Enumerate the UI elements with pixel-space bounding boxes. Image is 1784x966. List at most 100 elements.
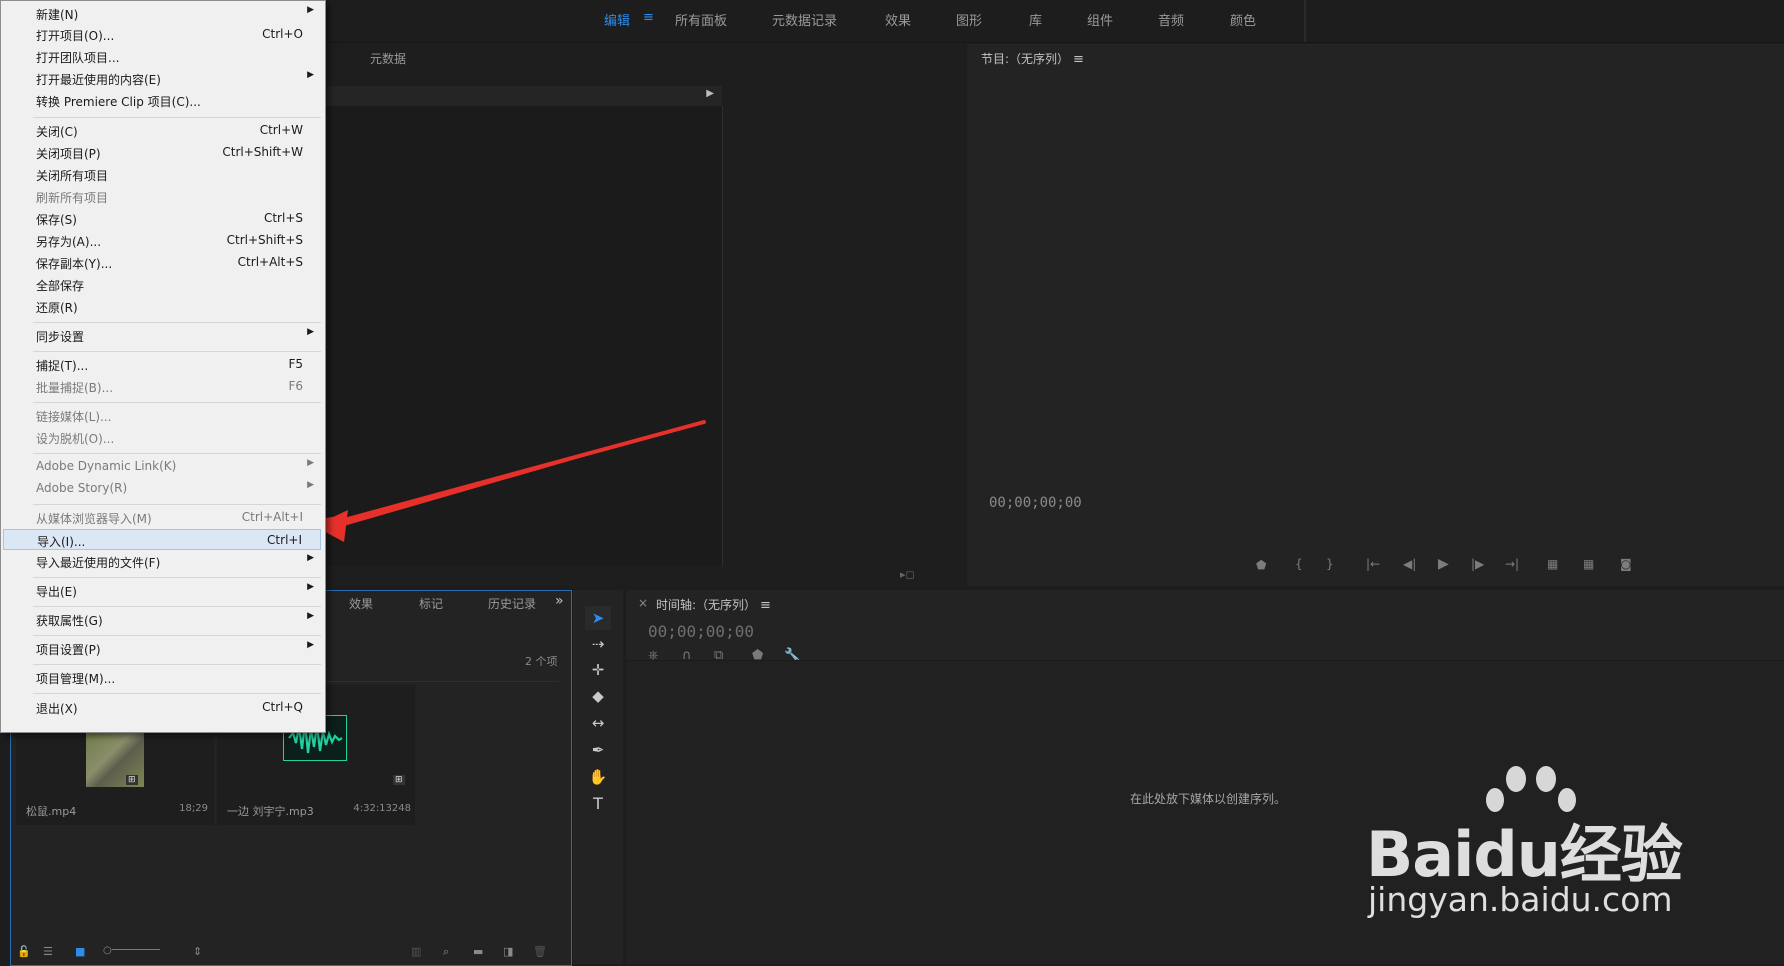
menu-item-import-recent[interactable]: 导入最近使用的文件(F) ▶ [3, 551, 321, 572]
menu-item-label: 批量捕捉(B)... [36, 381, 114, 395]
search-icon[interactable]: ⌕ [443, 945, 449, 959]
type-tool-icon[interactable]: T [585, 792, 611, 816]
lock-icon[interactable]: 🔓 [17, 945, 31, 958]
menu-item-open-team-project[interactable]: 打开团队项目... [3, 46, 321, 67]
sort-icon[interactable]: ⇕ [193, 945, 202, 958]
program-monitor: 节目:（无序列） ≡ 00;00;00;00 ⬟ { } |← ◀| ▶ |▶ →… [967, 44, 1784, 586]
trash-icon[interactable]: 🗑 [533, 945, 547, 958]
workspace-tab-graphics[interactable]: 图形 [956, 10, 982, 29]
menu-item-open-project[interactable]: 打开项目(O)... Ctrl+O [3, 24, 321, 45]
menu-item-label: 关闭(C) [36, 125, 78, 139]
clip-type-icon: ⊞ [393, 775, 405, 785]
ripple-edit-tool-icon[interactable]: ✛ [585, 658, 611, 682]
menu-item-project-manager[interactable]: 项目管理(M)... [3, 667, 321, 688]
menu-item-revert[interactable]: 还原(R) [3, 296, 321, 317]
menu-item-label: 打开最近使用的内容(E) [36, 73, 161, 87]
program-timecode[interactable]: 00;00;00;00 [989, 495, 1082, 511]
watermark-url: jingyan.baidu.com [1368, 880, 1673, 919]
workspace-tab-all-panels[interactable]: 所有面板 [675, 10, 727, 29]
menu-item-close-project[interactable]: 关闭项目(P) Ctrl+Shift+W [3, 142, 321, 163]
tab-markers[interactable]: 标记 [419, 595, 443, 612]
panel-overflow-icon[interactable]: » [555, 593, 564, 609]
item-count: 2 个项 [525, 655, 558, 668]
razor-tool-icon[interactable]: ◆ [585, 684, 611, 708]
list-view-icon[interactable]: ☰ [43, 945, 53, 958]
menu-shortcut: Ctrl+I [267, 533, 302, 547]
program-menu-icon[interactable]: ≡ [1073, 52, 1084, 67]
menu-item-save-as[interactable]: 另存为(A)... Ctrl+Shift+S [3, 230, 321, 251]
go-to-out-icon[interactable]: →| [1505, 557, 1519, 571]
menu-item-convert-clip[interactable]: 转换 Premiere Clip 项目(C)... [3, 90, 321, 111]
submenu-arrow-icon: ▶ [307, 5, 314, 15]
workspace-tab-assembly[interactable]: 组件 [1087, 10, 1113, 29]
menu-item-label: 打开团队项目... [36, 51, 120, 65]
timeline-timecode[interactable]: 00;00;00;00 [648, 622, 754, 641]
expand-triangle-icon[interactable]: ▶ [706, 88, 714, 99]
timeline-title[interactable]: 时间轴:（无序列） ≡ [656, 596, 771, 613]
menu-item-close[interactable]: 关闭(C) Ctrl+W [3, 120, 321, 141]
menu-separator [33, 664, 321, 665]
menu-item-import[interactable]: 导入(I)... Ctrl+I [3, 529, 321, 550]
menu-separator [33, 351, 321, 352]
menu-item-export[interactable]: 导出(E) ▶ [3, 580, 321, 601]
menu-item-label: 链接媒体(L)... [36, 410, 112, 424]
workspace-menu-icon[interactable]: ≡ [643, 10, 654, 25]
menu-item-open-recent[interactable]: 打开最近使用的内容(E) ▶ [3, 68, 321, 89]
extract-icon[interactable]: ▦ [1583, 557, 1594, 571]
menu-item-label: 另存为(A)... [36, 235, 102, 249]
menu-item-save-copy[interactable]: 保存副本(Y)... Ctrl+Alt+S [3, 252, 321, 273]
tab-history[interactable]: 历史记录 [488, 595, 544, 612]
menu-item-project-settings[interactable]: 项目设置(P) ▶ [3, 638, 321, 659]
pen-tool-icon[interactable]: ✒ [585, 738, 611, 762]
menu-item-capture[interactable]: 捕捉(T)... F5 [3, 354, 321, 375]
track-select-tool-icon[interactable]: ⇢ [585, 632, 611, 656]
automate-icon[interactable]: ▥ [411, 945, 421, 958]
selection-tool-icon[interactable]: ➤ [585, 606, 611, 630]
workspace-tab-metadata-logging[interactable]: 元数据记录 [772, 10, 837, 29]
lift-icon[interactable]: ▦ [1547, 557, 1558, 571]
go-to-in-icon[interactable]: |← [1366, 557, 1380, 571]
menu-shortcut: Ctrl+Q [262, 700, 303, 714]
workspace-tab-effects[interactable]: 效果 [885, 10, 911, 29]
timeline-menu-icon[interactable]: ≡ [760, 598, 771, 613]
play-icon[interactable]: ▶ [1438, 556, 1449, 572]
menu-item-make-offline: 设为脱机(O)... [3, 427, 321, 448]
workspace-tab-audio[interactable]: 音频 [1158, 10, 1184, 29]
new-item-icon[interactable]: ◨ [503, 945, 513, 958]
mark-in-icon[interactable]: { [1295, 557, 1303, 571]
workspace-tab-edit[interactable]: 编辑 [604, 10, 630, 29]
menu-item-label: 还原(R) [36, 301, 78, 315]
baidu-watermark: Baidu经验 jingyan.baidu.com [1366, 766, 1766, 946]
mark-out-icon[interactable]: } [1326, 557, 1334, 571]
menu-item-get-properties[interactable]: 获取属性(G) ▶ [3, 609, 321, 630]
menu-item-save[interactable]: 保存(S) Ctrl+S [3, 208, 321, 229]
submenu-arrow-icon: ▶ [307, 640, 314, 650]
menu-item-sync-settings[interactable]: 同步设置 ▶ [3, 325, 321, 346]
menu-item-label: 导入(I)... [37, 535, 86, 549]
metadata-header-row: ▶ [324, 86, 722, 106]
tab-effects[interactable]: 效果 [349, 595, 373, 612]
step-back-icon[interactable]: ◀| [1403, 557, 1416, 571]
menu-item-label: 关闭项目(P) [36, 147, 101, 161]
icon-view-icon[interactable]: ■ [75, 945, 85, 958]
menu-item-close-all-projects[interactable]: 关闭所有项目 [3, 164, 321, 185]
menu-item-label: 打开项目(O)... [36, 29, 115, 43]
export-frame-camera-icon[interactable]: ◙ [1620, 557, 1632, 571]
slip-tool-icon[interactable]: ↔ [585, 711, 611, 735]
timeline-close-icon[interactable]: × [638, 596, 648, 610]
menu-item-save-all[interactable]: 全部保存 [3, 274, 321, 295]
hand-tool-icon[interactable]: ✋ [585, 765, 611, 789]
clip-name: 一边 刘宇宁.mp3 [227, 805, 314, 818]
menu-item-new[interactable]: 新建(N) ▶ [3, 3, 321, 24]
tab-metadata[interactable]: 元数据 [370, 50, 406, 67]
new-bin-icon[interactable]: ▬ [473, 945, 483, 958]
workspace-tab-color[interactable]: 颜色 [1230, 10, 1256, 29]
program-monitor-title[interactable]: 节目:（无序列） ≡ [981, 50, 1084, 67]
menu-item-exit[interactable]: 退出(X) Ctrl+Q [3, 697, 321, 718]
workspace-tab-libraries[interactable]: 库 [1029, 10, 1042, 29]
submenu-arrow-icon: ▶ [307, 70, 314, 80]
step-forward-icon[interactable]: |▶ [1471, 557, 1484, 571]
add-marker-icon[interactable]: ⬟ [1256, 558, 1266, 572]
zoom-slider[interactable]: ○──────── [103, 945, 160, 956]
export-frame-icon[interactable]: ▸◻ [900, 568, 915, 581]
